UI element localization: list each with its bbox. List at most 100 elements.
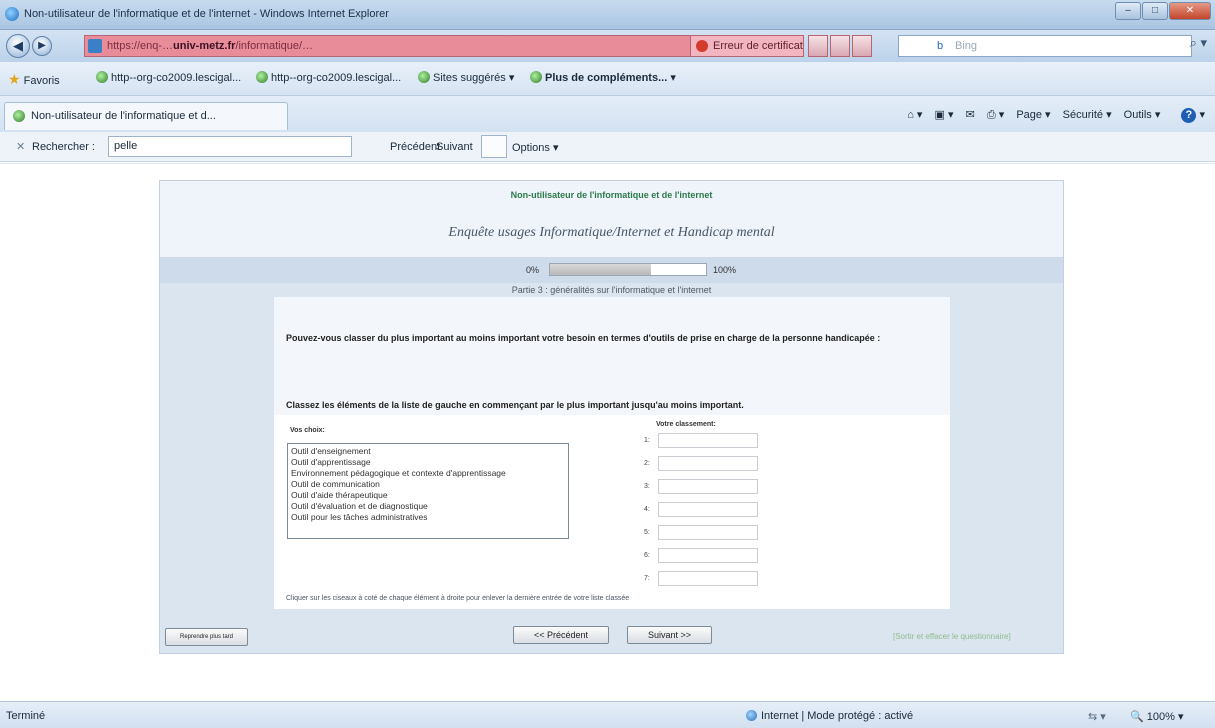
print-icon[interactable]: ⎙ ▾ bbox=[987, 109, 1004, 121]
cert-error-label: Erreur de certificat bbox=[713, 40, 803, 52]
rank-number: 2: bbox=[644, 460, 650, 467]
ranking-label: Votre classement: bbox=[656, 421, 716, 428]
favorite-link-1[interactable]: http--org-co2009.lescigal... bbox=[96, 71, 241, 84]
protected-mode-icon[interactable]: ⇆ ▾ bbox=[1088, 710, 1106, 723]
find-next-button[interactable]: Suivant bbox=[436, 141, 473, 153]
rank-row: 6: bbox=[644, 548, 764, 564]
list-item[interactable]: Outil de communication bbox=[291, 479, 565, 490]
ie-page-icon bbox=[418, 71, 430, 83]
list-item[interactable]: Outil d'apprentissage bbox=[291, 457, 565, 468]
rank-row: 5: bbox=[644, 525, 764, 541]
list-item[interactable]: Outil d'évaluation et de diagnostique bbox=[291, 501, 565, 512]
favorite-link-label: http--org-co2009.lescigal... bbox=[271, 72, 402, 84]
progress-end-label: 100% bbox=[713, 265, 737, 275]
rank-slot[interactable] bbox=[658, 433, 758, 448]
navigation-bar: ◀ ▶ https://enq-…​univ-metz.fr/informati… bbox=[0, 30, 1215, 62]
zoom-level[interactable]: 🔍 100% ▾ bbox=[1130, 710, 1183, 723]
suggested-sites-link[interactable]: Sites suggérés ▾ bbox=[418, 71, 514, 84]
window-title: Non-utilisateur de l'informatique et de … bbox=[24, 8, 389, 20]
rank-slot[interactable] bbox=[658, 525, 758, 540]
tools-menu[interactable]: Outils ▾ bbox=[1124, 109, 1161, 121]
highlight-icon[interactable] bbox=[481, 135, 507, 158]
rank-slot[interactable] bbox=[658, 571, 758, 586]
ie-page-icon bbox=[96, 71, 108, 83]
find-label: Rechercher : bbox=[32, 141, 95, 153]
stop-icon[interactable] bbox=[852, 35, 872, 57]
maximize-button[interactable]: □ bbox=[1142, 2, 1168, 20]
rank-slot[interactable] bbox=[658, 502, 758, 517]
zoom-value: 100% bbox=[1146, 711, 1175, 723]
exit-clear-link[interactable]: [Sortir et effacer le questionnaire] bbox=[893, 632, 1011, 641]
tab-survey[interactable]: Non-utilisateur de l'informatique et d..… bbox=[4, 102, 288, 130]
ie-page-icon bbox=[256, 71, 268, 83]
find-bar: ✕ Rechercher : pelle Précédent Suivant O… bbox=[0, 132, 1215, 162]
rank-slot[interactable] bbox=[658, 548, 758, 563]
choices-listbox[interactable]: Outil d'enseignement Outil d'apprentissa… bbox=[287, 443, 569, 539]
address-url: https://enq-…​univ-metz.fr/informatique/… bbox=[107, 40, 314, 52]
ie-page-icon bbox=[530, 71, 542, 83]
survey-container: Non-utilisateur de l'informatique et de … bbox=[159, 180, 1064, 654]
find-options-button[interactable]: Options ▾ bbox=[512, 141, 559, 154]
progress-bar bbox=[549, 263, 707, 276]
list-item[interactable]: Outil d'aide thérapeutique bbox=[291, 490, 565, 501]
resume-later-button[interactable]: Reprendre plus tard bbox=[165, 628, 248, 646]
list-item[interactable]: Outil pour les tâches administratives bbox=[291, 512, 565, 523]
home-icon[interactable]: ⌂ ▾ bbox=[907, 109, 922, 121]
status-bar: Terminé Internet | Mode protégé : activé… bbox=[0, 701, 1215, 728]
rank-row: 7: bbox=[644, 571, 764, 587]
list-item[interactable]: Outil d'enseignement bbox=[291, 446, 565, 457]
close-button[interactable]: ✕ bbox=[1169, 2, 1211, 20]
page-menu[interactable]: Page ▾ bbox=[1016, 109, 1050, 121]
security-menu[interactable]: Sécurité ▾ bbox=[1063, 109, 1112, 121]
feeds-icon[interactable]: ▣ ▾ bbox=[935, 109, 954, 121]
compat-view-icon[interactable] bbox=[808, 35, 828, 57]
rank-slot[interactable] bbox=[658, 479, 758, 494]
close-find-icon[interactable]: ✕ bbox=[16, 140, 25, 153]
page-icon bbox=[88, 39, 102, 53]
find-input[interactable]: pelle bbox=[108, 136, 352, 157]
previous-button[interactable]: << Précédent bbox=[513, 626, 609, 644]
certificate-error-button[interactable]: Erreur de certificat bbox=[690, 35, 804, 57]
progress-section: 0% 100% bbox=[160, 257, 1063, 283]
address-bar[interactable]: https://enq-…​univ-metz.fr/informatique/… bbox=[84, 35, 748, 57]
find-previous-button[interactable]: Précédent bbox=[390, 141, 440, 153]
part-heading: Partie 3 : généralités sur l'informatiqu… bbox=[511, 285, 712, 295]
globe-icon bbox=[746, 710, 757, 721]
progress-fill bbox=[550, 264, 652, 275]
command-bar: ⌂ ▾ ▣ ▾ ✉ ⎙ ▾ Page ▾ Sécurité ▾ Outils ▾… bbox=[898, 108, 1205, 123]
rank-row: 2: bbox=[644, 456, 764, 472]
refresh-icon[interactable] bbox=[830, 35, 850, 57]
bing-icon: b bbox=[937, 40, 944, 52]
favorites-button[interactable]: ★ Favoris bbox=[8, 71, 60, 88]
survey-header: Non-utilisateur de l'informatique et de … bbox=[160, 181, 1063, 257]
search-input[interactable]: b Bing bbox=[898, 35, 1192, 57]
page-content: Non-utilisateur de l'informatique et de … bbox=[0, 163, 1215, 701]
forward-arrow-icon[interactable]: ▶ bbox=[32, 36, 52, 56]
tab-label: Non-utilisateur de l'informatique et d..… bbox=[31, 110, 216, 122]
mail-icon[interactable]: ✉ bbox=[966, 109, 975, 121]
rank-number: 1: bbox=[644, 437, 650, 444]
next-button[interactable]: Suivant >> bbox=[627, 626, 712, 644]
tab-bar: Non-utilisateur de l'informatique et d..… bbox=[0, 96, 1215, 132]
question-panel: Pouvez-vous classer du plus important au… bbox=[274, 297, 950, 609]
favorite-link-2[interactable]: http--org-co2009.lescigal... bbox=[256, 71, 401, 84]
survey-subtitle: Non-utilisateur de l'informatique et de … bbox=[510, 190, 713, 200]
help-icon[interactable]: ? ▾ bbox=[1172, 108, 1205, 123]
choices-label: Vos choix: bbox=[290, 427, 325, 434]
progress-start-label: 0% bbox=[526, 265, 540, 275]
rank-number: 6: bbox=[644, 552, 650, 559]
favorite-link-label: Sites suggérés ▾ bbox=[433, 72, 515, 84]
back-arrow-icon[interactable]: ◀ bbox=[6, 34, 30, 58]
survey-title: Enquête usages Informatique/Internet et … bbox=[448, 225, 775, 240]
ie-page-icon bbox=[13, 110, 25, 122]
rank-slot[interactable] bbox=[658, 456, 758, 471]
security-zone[interactable]: Internet | Mode protégé : activé bbox=[761, 710, 913, 722]
rank-number: 5: bbox=[644, 529, 650, 536]
star-icon: ★ bbox=[8, 71, 21, 87]
ie-logo-icon bbox=[5, 7, 19, 21]
favorites-label: Favoris bbox=[23, 75, 60, 87]
minimize-button[interactable]: – bbox=[1115, 2, 1141, 20]
list-item[interactable]: Environnement pédagogique et contexte d'… bbox=[291, 468, 565, 479]
search-icon[interactable]: ⌕ ▾ bbox=[1190, 35, 1207, 51]
more-addons-link[interactable]: Plus de compléments... ▾ bbox=[530, 71, 676, 84]
